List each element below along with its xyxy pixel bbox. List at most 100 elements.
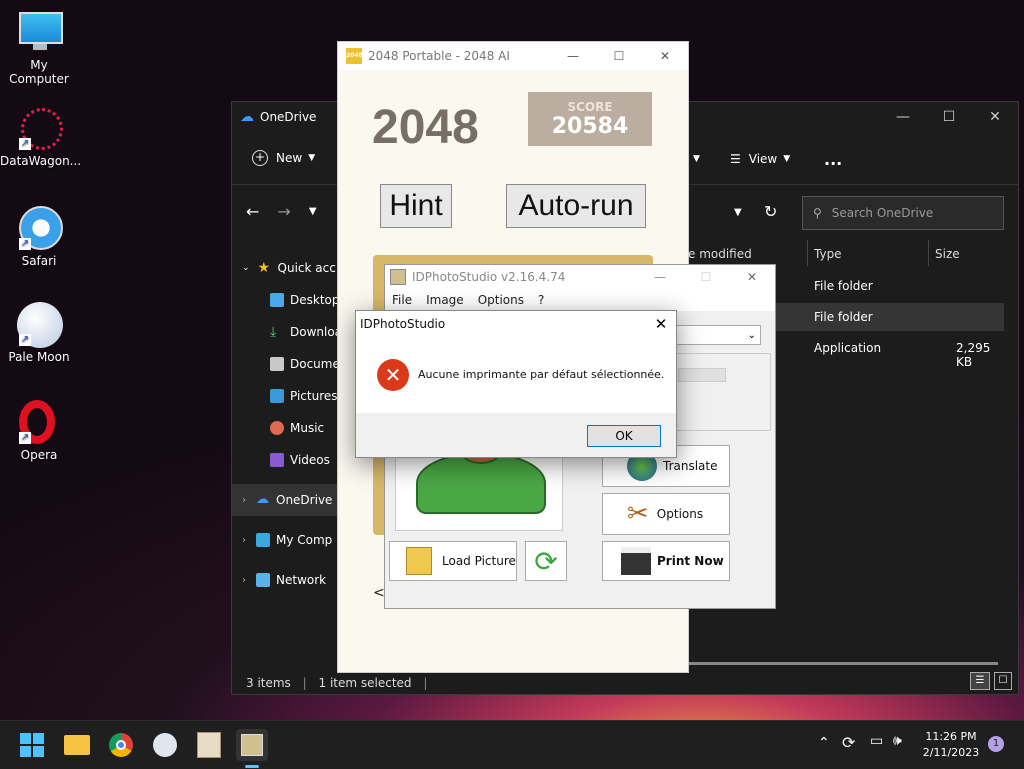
idphoto-title: IDPhotoStudio v2.16.4.74 bbox=[412, 270, 566, 284]
forward-arrow-icon[interactable]: → bbox=[277, 202, 290, 221]
menu-image[interactable]: Image bbox=[426, 293, 464, 307]
clock-date: 2/11/2023 bbox=[922, 746, 980, 759]
ok-button[interactable]: OK bbox=[587, 425, 661, 447]
address-dropdown-chevron[interactable]: ▼ bbox=[734, 207, 742, 218]
taskbar-file-explorer[interactable] bbox=[61, 729, 93, 761]
score-box: SCORE 20584 bbox=[528, 92, 652, 146]
explorer-title: OneDrive bbox=[260, 110, 317, 124]
menu-help[interactable]: ? bbox=[538, 293, 544, 307]
auto-run-button[interactable]: Auto-run bbox=[506, 184, 646, 228]
hint-button[interactable]: Hint bbox=[380, 184, 452, 228]
slider-track[interactable] bbox=[678, 368, 726, 382]
row-type: File folder bbox=[814, 310, 873, 324]
document-icon bbox=[270, 357, 284, 371]
load-picture-button[interactable]: Load Picture bbox=[389, 541, 517, 581]
translate-label: Translate bbox=[663, 459, 718, 473]
close-button[interactable]: ✕ bbox=[646, 311, 676, 337]
dialog-body: ✕ Aucune imprimante par défaut sélection… bbox=[356, 337, 676, 413]
notification-badge[interactable]: 1 bbox=[988, 736, 1004, 752]
view-label: View bbox=[748, 152, 778, 166]
onedrive-cloud-icon: ☁ bbox=[240, 109, 254, 125]
list-lines-icon: ☰ bbox=[730, 152, 741, 166]
more-options-button[interactable]: ... bbox=[824, 150, 842, 169]
desktop-icon-datawagon[interactable]: ↗ DataWagon... bbox=[0, 106, 81, 168]
clock[interactable]: 11:26 PM 2/11/2023 bbox=[918, 729, 984, 761]
taskbar-steam[interactable] bbox=[149, 729, 181, 761]
load-picture-label: Load Picture bbox=[442, 554, 516, 568]
close-button[interactable]: ✕ bbox=[729, 265, 775, 289]
refresh-icon[interactable]: ↻ bbox=[764, 202, 777, 221]
shortcut-arrow-icon: ↗ bbox=[19, 432, 31, 444]
column-header-modified[interactable]: e modified bbox=[688, 247, 752, 261]
back-arrow-icon[interactable]: ← bbox=[246, 202, 259, 221]
idphoto-menubar: File Image Options ? bbox=[385, 289, 775, 311]
clock-time: 11:26 PM bbox=[925, 730, 977, 743]
status-selected: 1 item selected bbox=[318, 676, 412, 690]
taskbar-calculator[interactable] bbox=[193, 729, 225, 761]
details-view-icon[interactable]: ☰ bbox=[970, 672, 990, 690]
new-label: New bbox=[276, 151, 303, 165]
game-logo: 2048 bbox=[372, 101, 479, 154]
nav-label: Network bbox=[276, 573, 327, 587]
plus-circle-icon: + bbox=[252, 150, 268, 166]
windows-logo-icon bbox=[20, 733, 44, 757]
close-button[interactable]: ✕ bbox=[642, 42, 688, 70]
search-box[interactable]: ⚲ Search OneDrive bbox=[802, 196, 1004, 230]
row-size: 2,295 KB bbox=[956, 341, 991, 369]
search-placeholder: Search OneDrive bbox=[831, 206, 934, 220]
maximize-button[interactable]: ☐ bbox=[596, 42, 642, 70]
desktop-icon-safari[interactable]: ↗ Safari bbox=[0, 206, 78, 268]
back-arrow-link[interactable]: < bbox=[373, 585, 385, 601]
download-icon: ⤓ bbox=[270, 324, 277, 340]
start-button[interactable] bbox=[16, 729, 48, 761]
print-now-button[interactable]: Print Now bbox=[602, 541, 730, 581]
monitor-icon bbox=[17, 10, 63, 54]
dialog-titlebar[interactable]: IDPhotoStudio bbox=[356, 311, 676, 337]
desktop-icon-pale-moon[interactable]: ↗ Pale Moon bbox=[0, 302, 78, 364]
refresh-button[interactable]: ⟳ bbox=[525, 541, 567, 581]
recent-chevron-icon[interactable]: ▼ bbox=[309, 206, 317, 217]
minimize-button[interactable]: — bbox=[637, 265, 683, 289]
tools-icon: ✂ bbox=[627, 499, 649, 529]
maximize-button[interactable]: ☐ bbox=[683, 265, 729, 289]
sync-icon[interactable]: ⟳ bbox=[842, 733, 855, 752]
row-type: File folder bbox=[814, 279, 873, 293]
nav-label: Downloa bbox=[290, 325, 343, 339]
dialog-message: Aucune imprimante par défaut sélectionné… bbox=[418, 368, 665, 381]
menu-options[interactable]: Options bbox=[478, 293, 524, 307]
nav-label: Pictures bbox=[290, 389, 338, 403]
taskbar-chrome[interactable] bbox=[105, 729, 137, 761]
app-2048-icon: 2048 bbox=[346, 48, 363, 64]
format-dropdown[interactable]: ⌄ bbox=[675, 325, 761, 345]
column-header-type[interactable]: Type bbox=[814, 247, 842, 261]
view-button[interactable]: ☰ View ▼ bbox=[730, 152, 790, 166]
minimize-button[interactable]: — bbox=[550, 42, 596, 70]
column-header-size[interactable]: Size bbox=[935, 247, 960, 261]
volume-icon[interactable]: 🕪 bbox=[893, 733, 902, 749]
maximize-button[interactable]: ☐ bbox=[926, 102, 972, 132]
music-icon bbox=[270, 421, 284, 435]
photo-preview bbox=[395, 451, 563, 531]
show-hidden-icons-chevron[interactable]: ⌃ bbox=[818, 735, 830, 751]
close-button[interactable]: ✕ bbox=[972, 102, 1018, 132]
chevron-down-icon: ⌄ bbox=[242, 263, 250, 273]
star-icon: ★ bbox=[257, 260, 271, 276]
chevron-right-icon: › bbox=[242, 494, 246, 506]
pale-moon-icon: ↗ bbox=[17, 302, 63, 348]
tiles-view-icon[interactable]: ☐ bbox=[994, 672, 1012, 690]
sort-dropdown-chevron[interactable]: ▼ bbox=[693, 154, 700, 164]
desktop-icon-label: Safari bbox=[21, 254, 57, 268]
options-button[interactable]: ✂ Options bbox=[602, 493, 730, 535]
horizontal-scrollbar[interactable] bbox=[688, 662, 998, 665]
opera-icon: ↗ bbox=[17, 400, 61, 444]
new-button[interactable]: + New ▼ bbox=[252, 150, 315, 166]
menu-file[interactable]: File bbox=[392, 293, 412, 307]
desktop-icon-my-computer[interactable]: My Computer bbox=[0, 10, 78, 86]
minimize-button[interactable]: — bbox=[880, 102, 926, 132]
network-icon[interactable]: ▭ bbox=[870, 733, 883, 749]
datawagon-icon: ↗ bbox=[17, 106, 63, 150]
taskbar-idphotostudio[interactable] bbox=[236, 729, 268, 761]
desktop-icon-opera[interactable]: ↗ Opera bbox=[0, 400, 78, 462]
calculator-icon bbox=[197, 732, 221, 758]
status-bar: 3 items | 1 item selected | bbox=[246, 676, 428, 690]
